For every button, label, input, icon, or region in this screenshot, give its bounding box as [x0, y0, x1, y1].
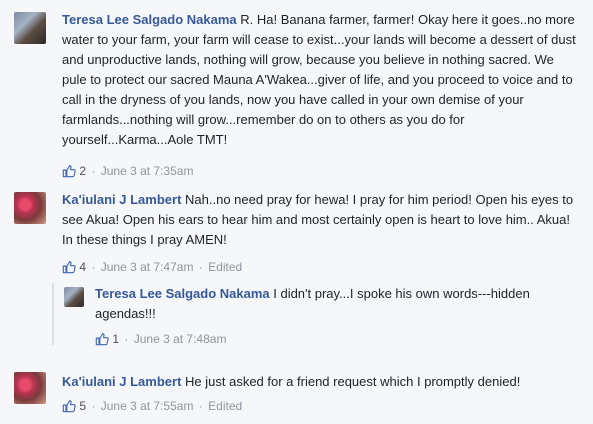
comment-author-link[interactable]: Ka'iulani J Lambert	[62, 374, 181, 389]
comment-timestamp[interactable]: June 3 at 7:55am	[101, 399, 194, 413]
comment-author-link[interactable]: Teresa Lee Salgado Nakama	[62, 12, 237, 27]
like-count-button[interactable]: 1	[95, 332, 122, 346]
thumbs-up-icon	[62, 165, 76, 178]
comment-text: R. Ha! Banana farmer, farmer! Okay here …	[62, 12, 576, 147]
meta-separator: ·	[91, 164, 96, 178]
comment-meta: 1 · June 3 at 7:48am	[95, 331, 226, 347]
reply-thread-line	[52, 283, 54, 345]
avatar[interactable]	[14, 372, 46, 404]
thumbs-up-icon	[62, 261, 76, 274]
comment-thread: Teresa Lee Salgado Nakama R. Ha! Banana …	[0, 0, 593, 424]
like-count-button[interactable]: 4	[62, 260, 89, 274]
avatar[interactable]	[14, 12, 46, 44]
edited-label[interactable]: Edited	[208, 260, 242, 274]
comment-timestamp[interactable]: June 3 at 7:47am	[101, 260, 194, 274]
comment-body: Ka'iulani J Lambert He just asked for a …	[62, 372, 582, 392]
comment-meta: 2 · June 3 at 7:35am	[62, 163, 193, 179]
like-count: 5	[79, 399, 87, 413]
thumbs-up-icon	[95, 333, 109, 346]
meta-separator: ·	[198, 260, 203, 274]
meta-separator: ·	[91, 260, 96, 274]
like-count-button[interactable]: 5	[62, 399, 89, 413]
like-count: 4	[79, 260, 87, 274]
comment-meta: 5 · June 3 at 7:55am · Edited	[62, 398, 242, 414]
comment-body: Teresa Lee Salgado Nakama R. Ha! Banana …	[62, 10, 582, 150]
edited-label[interactable]: Edited	[208, 399, 242, 413]
comment-author-link[interactable]: Teresa Lee Salgado Nakama	[95, 286, 270, 301]
comment-meta: 4 · June 3 at 7:47am · Edited	[62, 259, 242, 275]
like-count: 1	[112, 332, 120, 346]
comment-body: Teresa Lee Salgado Nakama I didn't pray.…	[95, 284, 535, 324]
like-count-button[interactable]: 2	[62, 164, 89, 178]
meta-separator: ·	[124, 332, 129, 346]
comment-author-link[interactable]: Ka'iulani J Lambert	[62, 192, 181, 207]
like-count: 2	[79, 164, 87, 178]
meta-separator: ·	[198, 399, 203, 413]
comment-timestamp[interactable]: June 3 at 7:48am	[134, 332, 227, 346]
avatar[interactable]	[14, 192, 46, 224]
comment-body: Ka'iulani J Lambert Nah..no need pray fo…	[62, 190, 582, 250]
avatar[interactable]	[64, 287, 84, 307]
comment-text: He just asked for a friend request which…	[181, 374, 521, 389]
meta-separator: ·	[91, 399, 96, 413]
thumbs-up-icon	[62, 400, 76, 413]
comment-timestamp[interactable]: June 3 at 7:35am	[101, 164, 194, 178]
